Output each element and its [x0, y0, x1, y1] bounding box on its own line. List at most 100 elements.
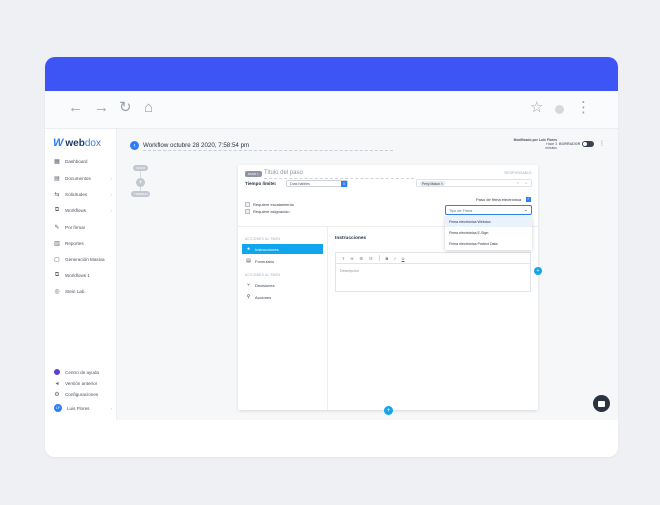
step-action-instructions[interactable]: ● Instrucciones — [242, 244, 323, 254]
sidebar-item-dashboard[interactable]: ▦ Dashboard — [54, 158, 112, 165]
instructions-editor[interactable]: T H ☰ ☷ B I U Descripción — [335, 252, 531, 292]
step-title-underline — [264, 178, 414, 179]
flow-start-pill[interactable]: INICIO — [133, 165, 148, 171]
instructions-icon: ● — [246, 246, 251, 252]
bold-icon[interactable]: B — [386, 256, 389, 261]
editor-toolbar: T H ☰ ☷ B I U — [336, 253, 530, 264]
draft-label: BORRADOR — [559, 142, 581, 146]
text-style-icon[interactable]: T — [342, 256, 344, 261]
clear-icon[interactable]: × — [517, 181, 519, 185]
home-icon[interactable]: ⌂ — [144, 100, 153, 115]
app-window: ← → ↻ ⌂ ☆ ⋮ W webdox ▦ Dashboard ▤ Document… — [45, 57, 618, 457]
step-title-input[interactable]: Titulo del paso — [264, 170, 303, 176]
instructions-title: Instrucciones — [335, 236, 367, 241]
sidebar-item-por-firmar[interactable]: ✎ Por firmar — [54, 224, 112, 231]
draft-toggle[interactable] — [582, 141, 594, 147]
underline-icon[interactable]: U — [402, 256, 405, 261]
workflows-icon: ⧉ — [54, 206, 60, 213]
step-action-actions[interactable]: ⚲ Acciones — [242, 292, 323, 302]
checkbox[interactable] — [245, 209, 250, 214]
signature-type-select[interactable]: Tipo de Firma ⌄ — [445, 205, 532, 215]
chevron-right-icon: › — [110, 175, 112, 181]
step-card: PASO 1 Titulo del paso RESPONSABLE Tiemp… — [238, 165, 538, 410]
window-footer — [45, 420, 618, 457]
chevron-right-icon: › — [110, 191, 112, 197]
chat-icon[interactable] — [593, 395, 610, 412]
checkbox-label: Requiere escalamiento — [253, 202, 294, 207]
sidebar-footer-centro-de-ayuda[interactable]: Centro de ayuda — [54, 369, 112, 375]
step-action-label: Formulario — [255, 258, 275, 264]
add-step-node[interactable]: + — [136, 178, 145, 187]
lab-icon: ◎ — [54, 288, 60, 295]
chip-close-icon[interactable]: × — [441, 182, 443, 186]
sidebar-item-stein-lab-[interactable]: ◎ Stein Lab. — [54, 288, 112, 295]
sidebar-item-workflows-1[interactable]: ⧉ Workflows 1 — [54, 272, 112, 278]
sidebar-footer-versi-n-anterior[interactable]: ◂ Versión anterior — [54, 380, 112, 387]
heading-icon[interactable]: H — [350, 256, 353, 261]
checkbox-escalation[interactable]: Requiere escalamiento — [245, 202, 294, 207]
requests-icon: ⇆ — [54, 191, 60, 198]
step-action-label: Decisiones — [255, 282, 275, 288]
step-badge: PASO 1 — [245, 171, 262, 177]
sidebar-item-generaci-n-masiva[interactable]: ▢ Generación Masiva — [54, 256, 112, 263]
signature-step-label: Paso de firma electrónica — [476, 197, 522, 202]
days-select[interactable]: Días hábiles ⇕ — [286, 180, 348, 187]
modified-when-unit: minutos — [545, 146, 557, 151]
app-content: W webdox ▦ Dashboard ▤ Documentos › ⇆ Solicitu… — [45, 129, 618, 420]
checkbox-assignment[interactable]: Requiere asignación — [245, 209, 289, 214]
responsable-chip: Perry Mason × — [420, 181, 445, 186]
browser-menu-icon[interactable]: ⋮ — [576, 100, 591, 115]
logo[interactable]: W webdox — [53, 137, 101, 149]
add-parallel-step-button[interactable]: + — [534, 267, 542, 275]
sidebar-footer-label: Configuraciones — [65, 391, 99, 397]
sidebar-item-documentos[interactable]: ▤ Documentos › — [54, 175, 112, 182]
responsable-field[interactable]: Perry Mason × × ⌄ — [416, 179, 532, 187]
sidebar-footer-label: Centro de ayuda — [65, 369, 99, 375]
star-icon[interactable]: ☆ — [530, 100, 543, 115]
sidebar-footer-luis-flores[interactable]: LF Luis Flores › — [54, 404, 112, 412]
select-caret-icon: ⇕ — [341, 181, 347, 187]
step-action-label: Acciones — [255, 294, 272, 300]
add-next-step-button[interactable]: + — [384, 406, 393, 415]
top-banner — [45, 57, 618, 91]
step-action-form[interactable]: ▤ Formulario — [242, 256, 323, 266]
sidebar-item-label: Stein Lab. — [65, 288, 86, 294]
chevron-right-icon: › — [110, 207, 112, 213]
back-button[interactable]: ‹ — [130, 141, 139, 150]
workflow-title[interactable]: Workflow octubre 28 2020, 7:58:54 pm — [143, 142, 249, 149]
section-label: ACCIONES AL PASO — [245, 273, 281, 277]
toolbar-separator — [378, 255, 380, 261]
checkbox[interactable] — [245, 202, 250, 207]
sidebar-item-label: Generación Masiva — [65, 256, 105, 262]
flow-end-pill[interactable]: TERMINO — [131, 191, 150, 197]
reload-icon[interactable]: ↻ — [119, 100, 132, 115]
sidebar-footer-configuraciones[interactable]: ⚙ Configuraciones — [54, 391, 112, 398]
previous-version-icon: ◂ — [55, 380, 59, 387]
bulk-icon: ▢ — [54, 256, 60, 263]
signature-option[interactable]: Firma electrónica Webdox — [445, 216, 532, 227]
chevron-down-icon[interactable]: ⌄ — [525, 180, 528, 185]
sidebar-item-solicitudes[interactable]: ⇆ Solicitudes › — [54, 191, 112, 198]
back-arrow-icon[interactable]: ← — [68, 100, 83, 115]
decisions-icon: ⑂ — [246, 282, 250, 288]
sidebar-item-reportes[interactable]: ▥ Reportes — [54, 240, 112, 247]
time-limit-input[interactable]: 0 — [274, 181, 276, 186]
signature-type-dropdown: Firma electrónica Webdox Firma electróni… — [445, 216, 532, 250]
italic-icon[interactable]: I — [394, 256, 395, 261]
numbered-list-icon[interactable]: ☷ — [369, 256, 373, 261]
profile-icon[interactable] — [555, 105, 564, 114]
modified-info: Modificado por Luis Flores Hace 3 minuto… — [485, 138, 557, 151]
checkbox-label: Requiere asignación — [253, 209, 290, 214]
sidebar-item-workflows[interactable]: ⧉ Workflows › — [54, 207, 112, 213]
documents-icon: ▤ — [54, 175, 60, 182]
signature-type-placeholder: Tipo de Firma — [449, 208, 473, 213]
signature-step-checkbox[interactable]: ✓ — [526, 197, 531, 202]
more-options-icon[interactable]: ⋮ — [599, 140, 605, 147]
chevron-down-icon: ⌄ — [523, 207, 528, 213]
step-action-decisions[interactable]: ⑂ Decisiones — [242, 280, 323, 290]
signature-option[interactable]: Firma electrónica Protect Data — [445, 238, 532, 249]
step-actions-panel: ACCIONES AL PASO ● Instrucciones ▤ Formu… — [238, 227, 328, 410]
bullet-list-icon[interactable]: ☰ — [359, 256, 363, 261]
signature-option[interactable]: Firma electrónica E-Sign — [445, 227, 532, 238]
forward-arrow-icon[interactable]: → — [94, 100, 109, 115]
